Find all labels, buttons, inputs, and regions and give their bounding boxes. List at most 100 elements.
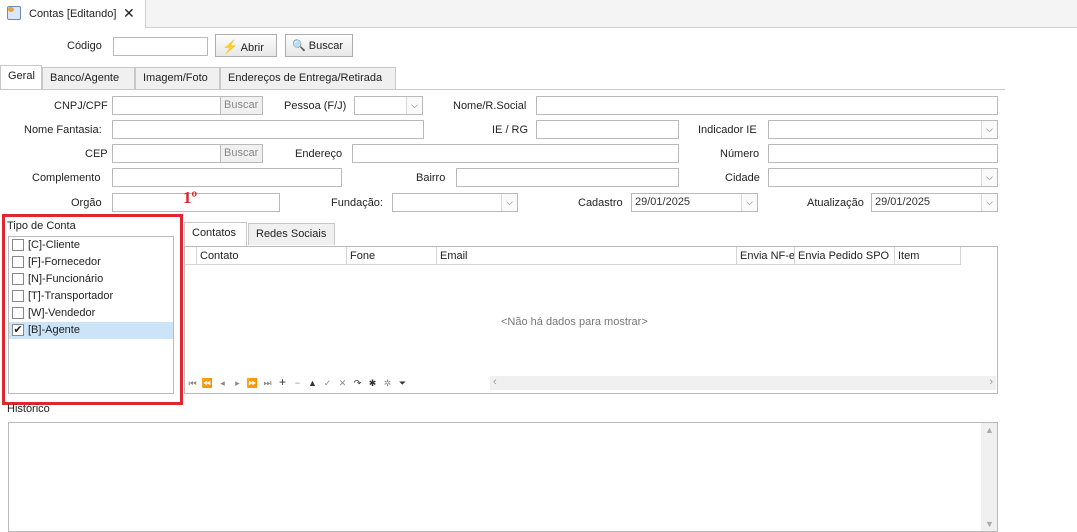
filter-icon[interactable]: ⏷ bbox=[395, 376, 410, 390]
abrir-button[interactable]: ⚡ Abrir bbox=[215, 34, 277, 57]
tab-imagem-foto-label: Imagem/Foto bbox=[143, 72, 208, 84]
scroll-left-icon[interactable]: ‹ bbox=[493, 376, 497, 388]
tab-contatos-label: Contatos bbox=[192, 227, 237, 239]
cidade-label: Cidade bbox=[725, 172, 760, 184]
list-item-label: [B]-Agente bbox=[28, 324, 80, 336]
cep-input[interactable]: Buscar bbox=[112, 144, 263, 163]
list-item[interactable]: [T]-Transportador bbox=[9, 288, 173, 305]
document-tab[interactable]: Contas [Editando] ✕ bbox=[0, 0, 146, 28]
grid-horizontal-scrollbar[interactable]: ‹ › bbox=[490, 376, 996, 390]
chevron-down-icon: ⌵ bbox=[981, 121, 997, 138]
grid-header-contato[interactable]: Contato bbox=[197, 247, 347, 265]
cnpj-buscar-button[interactable]: Buscar bbox=[220, 97, 262, 114]
next-record-icon[interactable]: ▸ bbox=[230, 376, 245, 390]
checkbox-vendedor[interactable] bbox=[12, 307, 24, 320]
ie-rg-input[interactable] bbox=[536, 120, 679, 139]
refresh-icon[interactable]: ↷ bbox=[350, 376, 365, 390]
grid-header-envia-nfe[interactable]: Envia NF-e bbox=[737, 247, 795, 265]
contas-icon-head bbox=[8, 7, 14, 12]
atualizacao-date[interactable]: 29/01/2025 ⌵ bbox=[871, 193, 998, 212]
bairro-input[interactable] bbox=[456, 168, 679, 187]
endereco-label: Endereço bbox=[295, 148, 343, 160]
list-item[interactable]: [C]-Cliente bbox=[9, 237, 173, 254]
cadastro-date[interactable]: 29/01/2025 ⌵ bbox=[631, 193, 758, 212]
list-item[interactable]: [N]-Funcionário bbox=[9, 271, 173, 288]
indicador-ie-label: Indicador IE bbox=[698, 124, 757, 136]
tab-enderecos[interactable]: Endereços de Entrega/Retirada bbox=[220, 67, 396, 89]
close-icon[interactable]: ✕ bbox=[123, 5, 135, 22]
fundacao-select[interactable]: ⌵ bbox=[392, 193, 518, 212]
nome-social-input[interactable] bbox=[536, 96, 998, 115]
first-page-icon[interactable]: ⏮ bbox=[185, 376, 200, 390]
tabs-baseline bbox=[0, 89, 1005, 90]
scroll-up-icon[interactable]: ▲ bbox=[985, 425, 994, 435]
plus-icon[interactable]: + bbox=[275, 375, 290, 389]
chevron-down-icon: ⌵ bbox=[981, 169, 997, 186]
endereco-input[interactable] bbox=[352, 144, 679, 163]
atualizacao-label: Atualização bbox=[807, 197, 864, 209]
tab-banco-agente[interactable]: Banco/Agente bbox=[42, 67, 135, 89]
cidade-select[interactable]: ⌵ bbox=[768, 168, 998, 187]
prev-record-icon[interactable]: ◂ bbox=[215, 376, 230, 390]
fundacao-label: Fundação: bbox=[331, 197, 383, 209]
list-item-label: [W]-Vendedor bbox=[28, 307, 96, 319]
prev-page-icon[interactable]: ⏪ bbox=[200, 376, 215, 390]
grid-indicator-col bbox=[185, 247, 197, 265]
codigo-input[interactable] bbox=[113, 37, 208, 56]
scroll-right-icon[interactable]: › bbox=[989, 376, 993, 388]
tab-geral-label: Geral bbox=[8, 70, 35, 82]
indicador-ie-select[interactable]: ⌵ bbox=[768, 120, 998, 139]
checkbox-agente[interactable]: ✔ bbox=[12, 324, 24, 337]
buscar-button[interactable]: 🔍 Buscar bbox=[285, 34, 353, 57]
pessoa-label: Pessoa (F/J) bbox=[284, 100, 347, 112]
nome-fantasia-input[interactable] bbox=[112, 120, 424, 139]
numero-input[interactable] bbox=[768, 144, 998, 163]
annotation-label: 1º bbox=[183, 188, 198, 207]
goto-bookmark-icon[interactable]: ✲ bbox=[380, 376, 395, 390]
list-item-selected[interactable]: ✔ [B]-Agente bbox=[9, 322, 173, 339]
checkbox-fornecedor[interactable] bbox=[12, 256, 24, 269]
cep-buscar-button[interactable]: Buscar bbox=[220, 145, 262, 162]
next-page-icon[interactable]: ⏩ bbox=[245, 376, 260, 390]
last-page-icon[interactable]: ⏭ bbox=[260, 376, 275, 390]
document-tab-bar bbox=[0, 0, 1077, 28]
cnpj-label: CNPJ/CPF bbox=[54, 100, 108, 112]
document-tab-title: Contas [Editando] bbox=[29, 8, 117, 20]
tab-redes-sociais[interactable]: Redes Sociais bbox=[248, 223, 335, 245]
grid-empty-text: <Não há dados para mostrar> bbox=[501, 316, 648, 328]
complemento-input[interactable] bbox=[112, 168, 342, 187]
contacts-grid: Contato Fone Email Envia NF-e Envia Pedi… bbox=[184, 246, 998, 394]
tab-contatos[interactable]: Contatos bbox=[184, 222, 247, 247]
buscar-label: Buscar bbox=[308, 40, 344, 52]
grid-header-envia-pedido[interactable]: Envia Pedido SPO bbox=[795, 247, 895, 265]
checkbox-funcionario[interactable] bbox=[12, 273, 24, 286]
grid-header-item[interactable]: Item bbox=[895, 247, 961, 265]
tab-enderecos-label: Endereços de Entrega/Retirada bbox=[228, 72, 383, 84]
cnpj-input[interactable]: Buscar bbox=[112, 96, 263, 115]
list-item[interactable]: [W]-Vendedor bbox=[9, 305, 173, 322]
historico-scrollbar[interactable]: ▲ ▼ bbox=[981, 423, 997, 531]
historico-textarea[interactable]: ▲ ▼ bbox=[8, 422, 998, 532]
cancel-icon[interactable]: ✕ bbox=[335, 376, 350, 390]
checkbox-transportador[interactable] bbox=[12, 290, 24, 303]
bookmark-icon[interactable]: ✱ bbox=[365, 376, 380, 390]
grid-header-fone[interactable]: Fone bbox=[347, 247, 437, 265]
triangle-up-icon[interactable]: ▲ bbox=[305, 376, 320, 390]
check-nav-icon[interactable]: ✓ bbox=[320, 376, 335, 390]
chevron-down-icon: ⌵ bbox=[981, 194, 997, 211]
pessoa-select[interactable]: ⌵ bbox=[354, 96, 423, 115]
cep-label: CEP bbox=[85, 148, 108, 160]
list-item[interactable]: [F]-Fornecedor bbox=[9, 254, 173, 271]
ie-rg-label: IE / RG bbox=[492, 124, 529, 136]
checkbox-cliente[interactable] bbox=[12, 239, 24, 252]
list-item-label: [C]-Cliente bbox=[28, 239, 80, 251]
tipo-conta-list: [C]-Cliente [F]-Fornecedor [N]-Funcionár… bbox=[8, 236, 174, 394]
tab-banco-agente-label: Banco/Agente bbox=[50, 72, 120, 84]
grid-header-email[interactable]: Email bbox=[437, 247, 737, 265]
tab-imagem-foto[interactable]: Imagem/Foto bbox=[135, 67, 220, 89]
tab-geral[interactable]: Geral bbox=[0, 65, 42, 89]
scroll-down-icon[interactable]: ▼ bbox=[985, 519, 994, 529]
nome-social-label: Nome/R.Social bbox=[453, 100, 527, 112]
minus-icon[interactable]: − bbox=[290, 376, 305, 390]
bairro-label: Bairro bbox=[416, 172, 446, 184]
